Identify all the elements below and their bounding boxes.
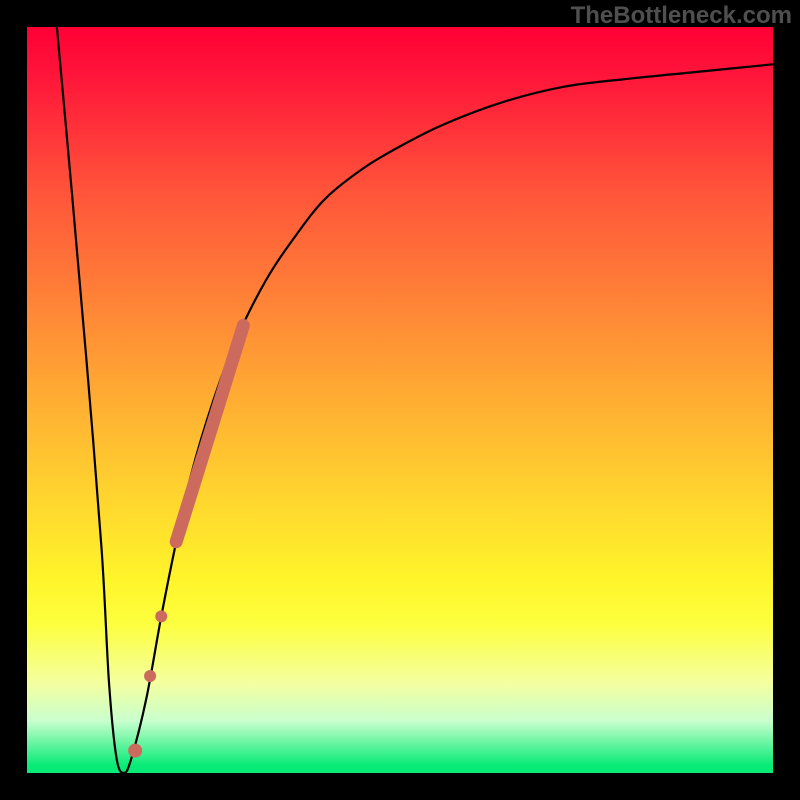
bottleneck-curve-svg: [27, 27, 773, 773]
marker-dot-0: [155, 610, 167, 622]
marker-thick-segment: [176, 325, 243, 541]
marker-dot-1: [144, 670, 156, 682]
plot-area: [27, 27, 773, 773]
marker-dot-2: [128, 744, 142, 758]
watermark-text: TheBottleneck.com: [571, 2, 792, 30]
chart-frame: TheBottleneck.com: [0, 0, 800, 800]
bottleneck-curve: [57, 27, 773, 773]
